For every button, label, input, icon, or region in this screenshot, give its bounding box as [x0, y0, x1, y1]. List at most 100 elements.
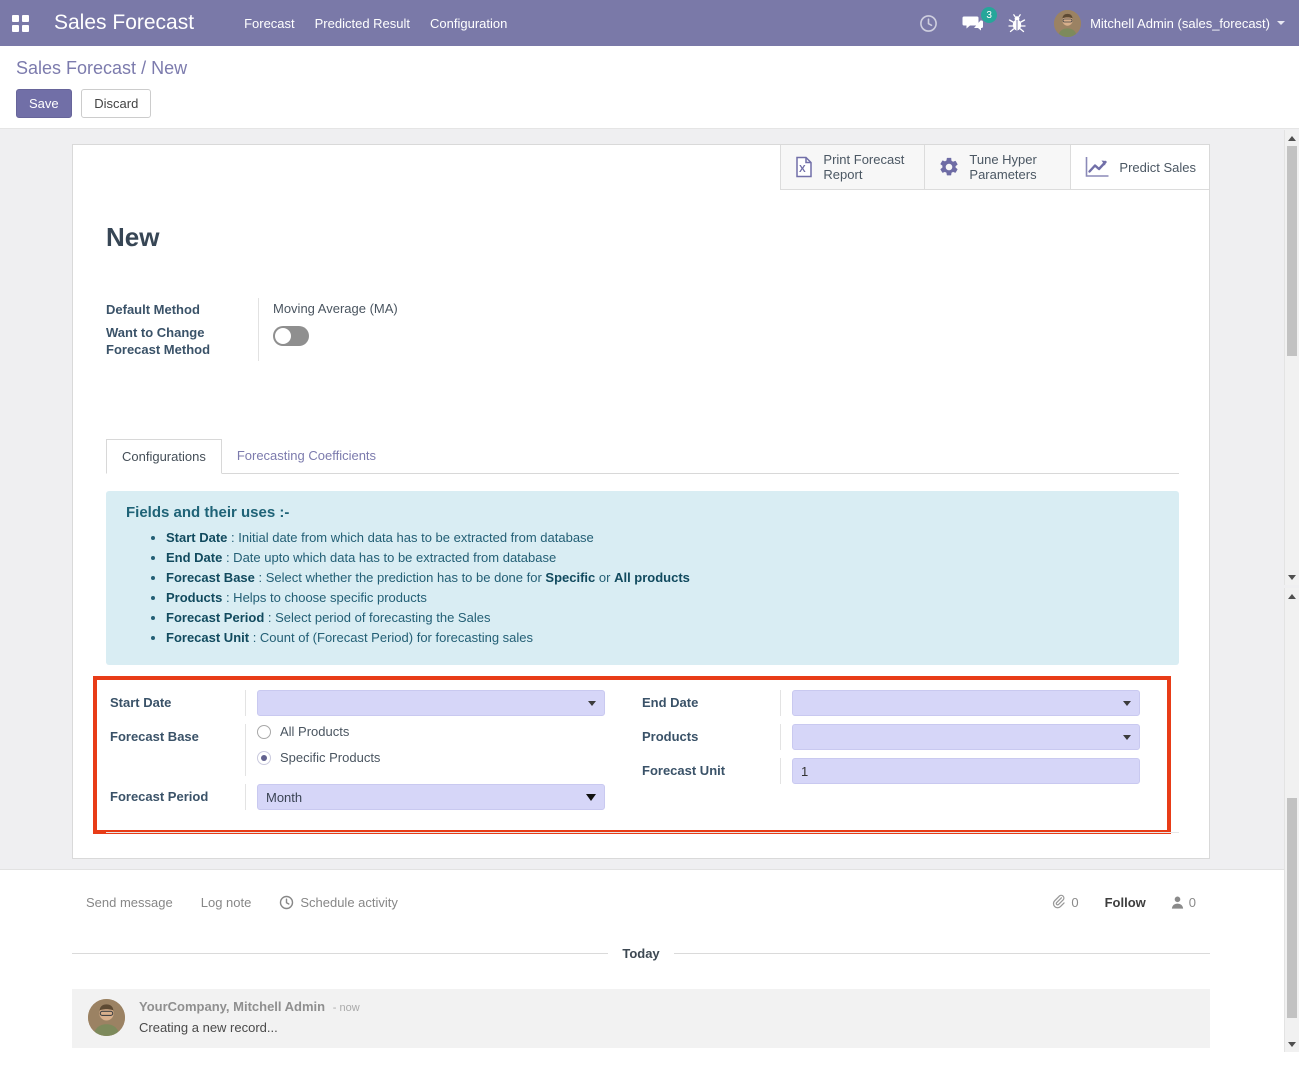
- scroll-up-icon[interactable]: [1285, 131, 1299, 145]
- svg-text:X: X: [799, 164, 806, 175]
- scrollbar-thumb[interactable]: [1287, 798, 1297, 1018]
- user-name: Mitchell Admin (sales_forecast): [1090, 16, 1270, 31]
- tune-hyper-parameters-button[interactable]: Tune Hyper Parameters: [924, 145, 1070, 190]
- highlighted-fields-section: Start Date Forecast Base All Products: [93, 676, 1171, 834]
- control-panel: Sales Forecast / New Save Discard: [0, 46, 1299, 129]
- log-note-button[interactable]: Log note: [201, 895, 252, 910]
- nav-menu-forecast[interactable]: Forecast: [234, 0, 305, 46]
- info-bullet: End Date : Date upto which data has to b…: [166, 551, 1161, 565]
- button-label: Tune Hyper Parameters: [969, 152, 1057, 182]
- change-method-label: Want to Change Forecast Method: [106, 321, 256, 361]
- field-help-infobox: Fields and their uses :- Start Date : In…: [106, 491, 1179, 665]
- forecast-unit-field: [792, 758, 1140, 784]
- message-timestamp: - now: [333, 1002, 360, 1014]
- forecast-base-label: Forecast Base: [97, 724, 245, 784]
- send-message-button[interactable]: Send message: [86, 895, 173, 910]
- select-arrow-icon: [586, 794, 596, 801]
- toggle-knob: [275, 328, 291, 344]
- products-field: [792, 724, 1140, 750]
- activities-clock-icon[interactable]: [919, 14, 938, 33]
- notebook-tabs: Configurations Forecasting Coefficients: [106, 439, 1179, 474]
- nav-menus: Forecast Predicted Result Configuration: [234, 0, 517, 46]
- info-bullet: Products : Helps to choose specific prod…: [166, 591, 1161, 605]
- today-label: Today: [608, 946, 673, 961]
- form-action-buttons: Save Discard: [16, 89, 1283, 118]
- nav-menu-predicted-result[interactable]: Predicted Result: [305, 0, 420, 46]
- forecast-unit-label: Forecast Unit: [632, 758, 780, 792]
- chatter-right-tools: 0 Follow 0: [1027, 894, 1196, 910]
- breadcrumb-separator: /: [141, 58, 151, 78]
- info-bullet: Start Date : Initial date from which dat…: [166, 531, 1161, 545]
- radio-all-products[interactable]: All Products: [257, 724, 605, 739]
- discard-button[interactable]: Discard: [81, 89, 151, 118]
- default-method-value: Moving Average (MA): [258, 298, 746, 321]
- content-area: X Print Forecast Report Tune Hyper Param…: [0, 129, 1299, 869]
- tab-forecasting-coefficients[interactable]: Forecasting Coefficients: [222, 439, 391, 473]
- start-date-input[interactable]: [257, 690, 605, 716]
- messages-count-badge: 3: [981, 7, 997, 23]
- chatter-message: YourCompany, Mitchell Admin - now Creati…: [72, 989, 1210, 1048]
- chatter-toolbar: Send message Log note Schedule activity …: [72, 870, 1210, 910]
- button-label: Print Forecast Report: [823, 152, 911, 182]
- forecast-unit-input[interactable]: [792, 758, 1140, 784]
- save-button[interactable]: Save: [16, 89, 72, 118]
- message-content: YourCompany, Mitchell Admin - now Creati…: [139, 999, 360, 1036]
- radio-unselected-icon: [257, 725, 271, 739]
- end-date-field: [792, 690, 1140, 716]
- predict-sales-button[interactable]: Predict Sales: [1070, 145, 1209, 190]
- forecast-period-select[interactable]: Month: [257, 784, 605, 810]
- follow-button[interactable]: Follow: [1105, 895, 1146, 910]
- scrollbar-thumb[interactable]: [1287, 146, 1297, 356]
- start-date-label: Start Date: [97, 690, 245, 724]
- secondary-scrollbar[interactable]: [1284, 588, 1299, 1052]
- bug-icon[interactable]: [1008, 14, 1026, 33]
- start-date-field: [257, 690, 605, 716]
- radio-selected-icon: [257, 751, 271, 765]
- chart-line-icon: [1084, 156, 1110, 178]
- gear-icon: [938, 156, 960, 178]
- radio-all-products-label: All Products: [280, 724, 349, 739]
- chatter: Send message Log note Schedule activity …: [0, 869, 1299, 1048]
- breadcrumb-current: New: [151, 58, 187, 78]
- today-divider: Today: [72, 946, 1210, 961]
- attachments-button[interactable]: 0: [1051, 894, 1078, 910]
- default-method-label: Default Method: [106, 298, 258, 321]
- navbar-right: 3 Mitchell Admin (sales_forecast): [895, 10, 1285, 37]
- products-input[interactable]: [792, 724, 1140, 750]
- scroll-down-icon[interactable]: [1285, 570, 1299, 584]
- scroll-up-icon[interactable]: [1285, 589, 1299, 603]
- nav-menu-configuration[interactable]: Configuration: [420, 0, 517, 46]
- end-date-label: End Date: [632, 690, 780, 724]
- followers-button[interactable]: 0: [1170, 895, 1196, 910]
- change-method-toggle[interactable]: [273, 326, 309, 346]
- sheet-bottom-divider: [106, 832, 1179, 833]
- person-icon: [1170, 895, 1185, 910]
- user-menu-caret-icon: [1277, 21, 1285, 25]
- info-bullet: Forecast Unit : Count of (Forecast Perio…: [166, 631, 1161, 645]
- forecast-base-radios: All Products Specific Products: [245, 724, 632, 776]
- radio-specific-products-label: Specific Products: [280, 750, 380, 765]
- print-forecast-report-button[interactable]: X Print Forecast Report: [780, 145, 924, 190]
- scroll-down-icon[interactable]: [1285, 1037, 1299, 1051]
- user-menu[interactable]: Mitchell Admin (sales_forecast): [1090, 16, 1285, 31]
- products-label: Products: [632, 724, 780, 758]
- form-sheet: X Print Forecast Report Tune Hyper Param…: [72, 144, 1210, 859]
- breadcrumb: Sales Forecast / New: [16, 58, 1283, 79]
- tab-configurations[interactable]: Configurations: [106, 439, 222, 474]
- record-title: New: [106, 222, 1179, 253]
- user-avatar[interactable]: [1054, 10, 1081, 37]
- breadcrumb-parent[interactable]: Sales Forecast: [16, 58, 136, 78]
- radio-specific-products[interactable]: Specific Products: [257, 750, 605, 765]
- button-label: Predict Sales: [1119, 160, 1196, 175]
- end-date-input[interactable]: [792, 690, 1140, 716]
- change-method-cell: [258, 321, 746, 361]
- method-field-group: Default Method Moving Average (MA) Want …: [106, 298, 746, 361]
- follower-count: 0: [1189, 895, 1196, 910]
- main-scrollbar[interactable]: [1284, 130, 1299, 585]
- apps-menu-icon[interactable]: [12, 15, 29, 32]
- messages-icon[interactable]: 3: [962, 14, 984, 32]
- message-author[interactable]: YourCompany, Mitchell Admin: [139, 999, 325, 1014]
- info-bullet: Forecast Base : Select whether the predi…: [166, 571, 1161, 585]
- schedule-activity-button[interactable]: Schedule activity: [279, 895, 398, 910]
- app-title[interactable]: Sales Forecast: [54, 11, 194, 35]
